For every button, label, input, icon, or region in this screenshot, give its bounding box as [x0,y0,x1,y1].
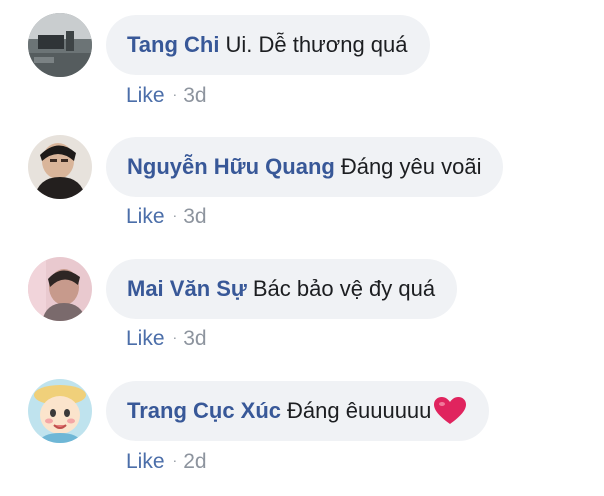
comment-author-link[interactable]: Mai Văn Sự [127,276,247,302]
separator-dot: · [172,207,178,223]
comment-text: Đáng yêu voãi [340,154,482,179]
comment-meta: Like · 3d [126,205,207,230]
photo-avatar-icon [28,257,92,321]
comment-author-link[interactable]: Trang Cục Xúc [127,398,281,424]
separator-dot: · [172,86,178,102]
comment-bubble: Tang Chi Ui. Dễ thương quá [106,15,430,75]
separator-dot: · [172,329,178,345]
comment-timestamp[interactable]: 3d [183,327,206,350]
like-link[interactable]: Like [126,327,165,350]
comment-text: Bác bảo vệ đy quá [252,276,436,301]
comment-bubble: Trang Cục Xúc Đáng êuuuuuu [106,381,490,441]
user-avatar[interactable] [28,13,92,77]
photo-avatar-icon [28,135,92,199]
comment-meta: Like · 3d [126,84,207,109]
user-avatar[interactable] [28,379,92,443]
user-avatar[interactable] [28,257,92,321]
comment-author-link[interactable]: Tang Chi [127,32,219,58]
user-avatar[interactable] [28,135,92,199]
separator-dot: · [172,452,178,468]
comment-timestamp[interactable]: 2d [183,450,206,473]
comment-timestamp[interactable]: 3d [183,205,206,228]
cartoon-avatar-icon [28,379,92,443]
comment-meta: Like · 2d [126,450,207,475]
comment-timestamp[interactable]: 3d [183,84,206,107]
photo-avatar-icon [28,13,92,77]
like-link[interactable]: Like [126,450,165,473]
comment-bubble: Mai Văn Sự Bác bảo vệ đy quá [106,259,458,319]
comment-text: Đáng êuuuuuu [287,398,432,423]
comment-bubble: Nguyễn Hữu Quang Đáng yêu voãi [106,137,504,197]
heart-emoji-icon [433,396,467,426]
like-link[interactable]: Like [126,84,165,107]
comment-meta: Like · 3d [126,327,207,352]
comment-author-link[interactable]: Nguyễn Hữu Quang [127,154,335,180]
comment-text: Ui. Dễ thương quá [225,32,408,57]
like-link[interactable]: Like [126,205,165,228]
